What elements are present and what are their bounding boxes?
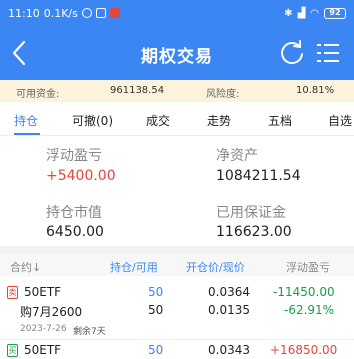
net-assets-value: 1084211.54 [216, 168, 301, 184]
float-pl-percent: -62.91% [284, 303, 335, 317]
positions-table-header: 合约↓ 持仓/可用 开仓价/现价 浮动盈亏 [0, 254, 354, 276]
buy-badge: 买 [7, 344, 18, 357]
list-menu-icon[interactable] [316, 40, 340, 66]
app-notification-icon [109, 8, 120, 18]
tab-watchlist[interactable]: 自选 [328, 112, 352, 129]
market-value-label: 持仓市值 [46, 205, 102, 221]
status-time: 11:10 [8, 6, 40, 20]
float-pl-label: 浮动盈亏 [46, 148, 102, 164]
margin-used-label: 已用保证金 [216, 205, 286, 221]
tab-trades[interactable]: 成交 [146, 112, 170, 129]
risk-value: 10.81% [296, 85, 335, 96]
refresh-icon[interactable] [278, 39, 306, 67]
col-contract[interactable]: 合约↓ [10, 259, 41, 275]
tab-bar: 持仓 可撤(0) 成交 走势 五档 自选 [0, 102, 354, 136]
open-price: 0.0343 [208, 343, 250, 357]
account-summary: 浮动盈亏 +5400.00 净资产 1084211.54 持仓市值 6450.0… [0, 136, 354, 246]
underlying-name: 50ETF [24, 285, 62, 299]
bluetooth-icon: ✱ [284, 7, 293, 19]
battery-icon: 92 [324, 7, 346, 19]
col-pl: 浮动盈亏 [286, 261, 330, 274]
position-qty: 50 [148, 285, 164, 299]
wifi-icon: ◠ [310, 7, 319, 19]
available-funds-value: 961138.54 [110, 85, 165, 96]
status-bar: 11:10 0.1K/s ✱ ▟ ◠ 92 [0, 0, 354, 26]
float-pl: -11450.00 [273, 285, 335, 299]
funds-strip: 可用资金: 961138.54 风险度: 10.81% [0, 80, 354, 102]
float-pl: +16850.00 [270, 343, 338, 357]
active-tab-indicator [14, 133, 40, 135]
notification-icon [95, 8, 106, 18]
table-row[interactable]: 卖 50ETF 购7月2600 50 50 0.0364 0.0135 -114… [0, 276, 354, 339]
signal-icon: ▟ [297, 7, 306, 19]
app-header: 期权交易 [0, 26, 354, 80]
underlying-name: 50ETF [24, 343, 62, 357]
available-funds-label: 可用资金: [16, 89, 60, 100]
risk-label: 风险度: [206, 89, 240, 100]
section-divider [0, 246, 354, 254]
col-price: 开仓价/现价 [186, 261, 245, 274]
margin-used-value: 116623.00 [216, 224, 292, 240]
alarm-icon [81, 8, 92, 18]
current-price: 0.0135 [208, 303, 250, 317]
col-position: 持仓/可用 [110, 261, 158, 274]
expiry-date: 2023-7-26 [20, 324, 67, 334]
float-pl-value: +5400.00 [46, 168, 116, 184]
tab-order-book[interactable]: 五档 [268, 112, 292, 129]
tab-cancellable[interactable]: 可撤(0) [72, 112, 113, 129]
tab-positions[interactable]: 持仓 [14, 112, 38, 129]
position-qty: 50 [148, 343, 164, 357]
net-assets-label: 净资产 [216, 148, 258, 164]
status-net-speed: 0.1K/s [43, 6, 78, 20]
contract-name: 购7月2600 [20, 305, 83, 319]
market-value-value: 6450.00 [46, 224, 104, 240]
sell-badge: 卖 [7, 286, 18, 299]
open-price: 0.0364 [208, 285, 250, 299]
tab-trend[interactable]: 走势 [207, 112, 231, 129]
available-qty: 50 [148, 303, 164, 317]
days-remaining: 剩余7天 [73, 327, 106, 337]
table-row[interactable]: 买 50ETF 50 0.0343 +16850.00 [0, 340, 354, 359]
